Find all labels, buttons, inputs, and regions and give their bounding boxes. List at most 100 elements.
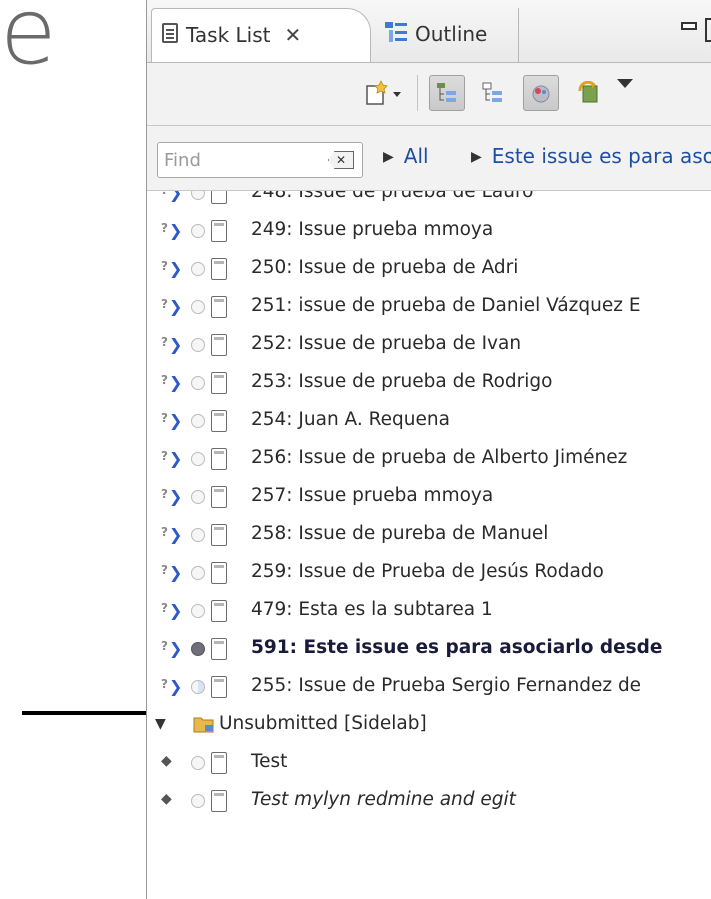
task-label: 258: Issue de pureba de Manuel (251, 523, 549, 544)
inactive-task-icon[interactable] (191, 300, 205, 314)
task-row[interactable]: ?❯ 258: Issue de pureba de Manuel (147, 516, 711, 554)
task-row[interactable]: ?❯ 250: Issue de prueba de Adri (147, 250, 711, 288)
tab-task-list-label: Task List (186, 23, 271, 47)
inactive-task-icon[interactable] (191, 794, 205, 808)
incoming-change-icon: ?❯ (161, 677, 183, 696)
show-categories-button[interactable] (429, 75, 465, 111)
expand-triangle-icon[interactable]: ▼ (155, 716, 166, 732)
incoming-change-icon: ?❯ (161, 373, 183, 392)
task-icon (211, 296, 227, 318)
focus-icon (532, 85, 550, 103)
maximize-view-button[interactable] (705, 18, 711, 42)
task-row[interactable]: ?❯ 249: Issue prueba mmoya (147, 212, 711, 250)
background-glyph: e (0, 0, 57, 85)
local-task-row[interactable]: ◆ Test mylyn redmine and egit (147, 782, 711, 820)
pointer-arrow-shaft (22, 711, 154, 715)
task-row[interactable]: ?❯ 256: Issue de prueba de Alberto Jiméne… (147, 440, 711, 478)
task-icon (211, 372, 227, 394)
task-row[interactable]: ?❯ 259: Issue de Prueba de Jesús Rodado (147, 554, 711, 592)
inactive-task-icon[interactable] (191, 376, 205, 390)
filter-bar: ✕ ▶ All ▶ Este issue es para asociarlo des… (147, 126, 711, 191)
inactive-task-icon[interactable] (191, 452, 205, 466)
task-row[interactable]: ?❯ 591: Este issue es para asociarlo desd… (147, 630, 711, 668)
task-icon (211, 524, 227, 546)
synchronize-icon (578, 81, 598, 103)
breadcrumb-task[interactable]: ▶ Este issue es para asociarlo desde (471, 144, 711, 168)
incoming-change-icon: ?❯ (161, 259, 183, 278)
task-label: 255: Issue de Prueba Sergio Fernandez de (251, 675, 642, 696)
task-icon (211, 220, 227, 242)
task-icon (211, 790, 227, 812)
task-tree: ?❯ 248: Issue de prueba de Lauro ?❯ 249: Is… (147, 191, 711, 899)
new-task-icon (366, 80, 401, 105)
incoming-change-icon: ?❯ (161, 563, 183, 582)
view-tab-bar: Task List ✕ Outline (147, 0, 711, 63)
minimize-view-button[interactable] (681, 22, 697, 30)
task-icon (211, 600, 227, 622)
inactive-task-icon[interactable] (191, 338, 205, 352)
inactive-task-icon[interactable] (191, 604, 205, 618)
inactive-task-icon[interactable] (191, 490, 205, 504)
inactive-task-icon[interactable] (191, 528, 205, 542)
incoming-change-icon: ?❯ (161, 191, 183, 202)
task-label: 249: Issue prueba mmoya (251, 219, 494, 240)
task-icon (211, 638, 227, 660)
show-scheduled-button[interactable] (475, 75, 511, 111)
task-row[interactable]: ?❯ 252: Issue de prueba de Ivan (147, 326, 711, 364)
focus-on-workweek-button[interactable] (523, 75, 559, 111)
inactive-task-icon[interactable] (191, 262, 205, 276)
task-label: 251: issue de prueba de Daniel Vázquez E (251, 295, 641, 316)
category-row-unsubmitted[interactable]: ▼ Unsubmitted [Sidelab] (147, 706, 711, 744)
inactive-task-icon[interactable] (191, 566, 205, 580)
task-row[interactable]: ?❯ 479: Esta es la subtarea 1 (147, 592, 711, 630)
incoming-change-icon: ?❯ (161, 335, 183, 354)
task-label: 248: Issue de prueba de Lauro (251, 191, 534, 202)
new-task-button[interactable] (361, 75, 409, 111)
task-icon (211, 752, 227, 774)
incoming-change-icon: ?❯ (161, 601, 183, 620)
inactive-task-icon[interactable] (191, 224, 205, 238)
scheduled-icon (482, 82, 502, 102)
task-row[interactable]: ?❯ 254: Juan A. Requena (147, 402, 711, 440)
breadcrumb-task-label: Este issue es para asociarlo desde (491, 144, 711, 168)
incoming-change-icon: ?❯ (161, 411, 183, 430)
inactive-task-icon[interactable] (191, 756, 205, 770)
breadcrumb-all-label: All (403, 144, 429, 168)
task-row[interactable]: ?❯ 248: Issue de prueba de Lauro (147, 191, 711, 212)
inactive-task-icon[interactable] (191, 680, 205, 694)
close-icon[interactable]: ✕ (284, 23, 301, 47)
clear-find-button[interactable]: ✕ (328, 151, 354, 169)
task-label: 250: Issue de prueba de Adri (251, 257, 519, 278)
breadcrumb-arrow-icon: ▶ (383, 149, 394, 165)
category-label: Unsubmitted [Sidelab] (219, 713, 427, 734)
task-row[interactable]: ?❯ 257: Issue prueba mmoya (147, 478, 711, 516)
task-row[interactable]: ?❯ 253: Issue de prueba de Rodrigo (147, 364, 711, 402)
task-label: 253: Issue de prueba de Rodrigo (251, 371, 553, 392)
task-icon (211, 258, 227, 280)
synchronize-button[interactable] (571, 75, 607, 111)
categorized-icon (437, 83, 456, 102)
incoming-change-icon: ?❯ (161, 525, 183, 544)
find-input[interactable] (164, 148, 314, 172)
view-menu-icon[interactable] (617, 79, 633, 88)
task-row[interactable]: ?❯ 251: issue de prueba de Daniel Vázquez… (147, 288, 711, 326)
incoming-change-icon: ?❯ (161, 449, 183, 468)
outgoing-change-icon: ◆ (161, 753, 172, 769)
task-label: Test (251, 751, 288, 772)
find-field: ✕ (157, 142, 363, 178)
active-task-icon[interactable] (191, 642, 205, 656)
breadcrumb-all[interactable]: ▶ All (383, 144, 429, 168)
task-list-view: Task List ✕ Outline Find ✕ ▶ All ▶ Este … (146, 0, 711, 899)
task-row[interactable]: ?❯ 255: Issue de Prueba Sergio Fernandez … (147, 668, 711, 706)
task-list-icon (162, 23, 178, 43)
tab-outline[interactable]: Outline (379, 8, 519, 62)
inactive-task-icon[interactable] (191, 191, 205, 200)
inactive-task-icon[interactable] (191, 414, 205, 428)
task-label: 591: Este issue es para asociarlo desde (251, 637, 663, 658)
breadcrumb-arrow-icon: ▶ (471, 149, 482, 165)
tab-task-list[interactable]: Task List ✕ (151, 8, 371, 62)
local-task-row[interactable]: ◆ Test (147, 744, 711, 782)
task-icon (211, 410, 227, 432)
incoming-change-icon: ?❯ (161, 221, 183, 240)
task-label: Test mylyn redmine and egit (251, 789, 516, 810)
